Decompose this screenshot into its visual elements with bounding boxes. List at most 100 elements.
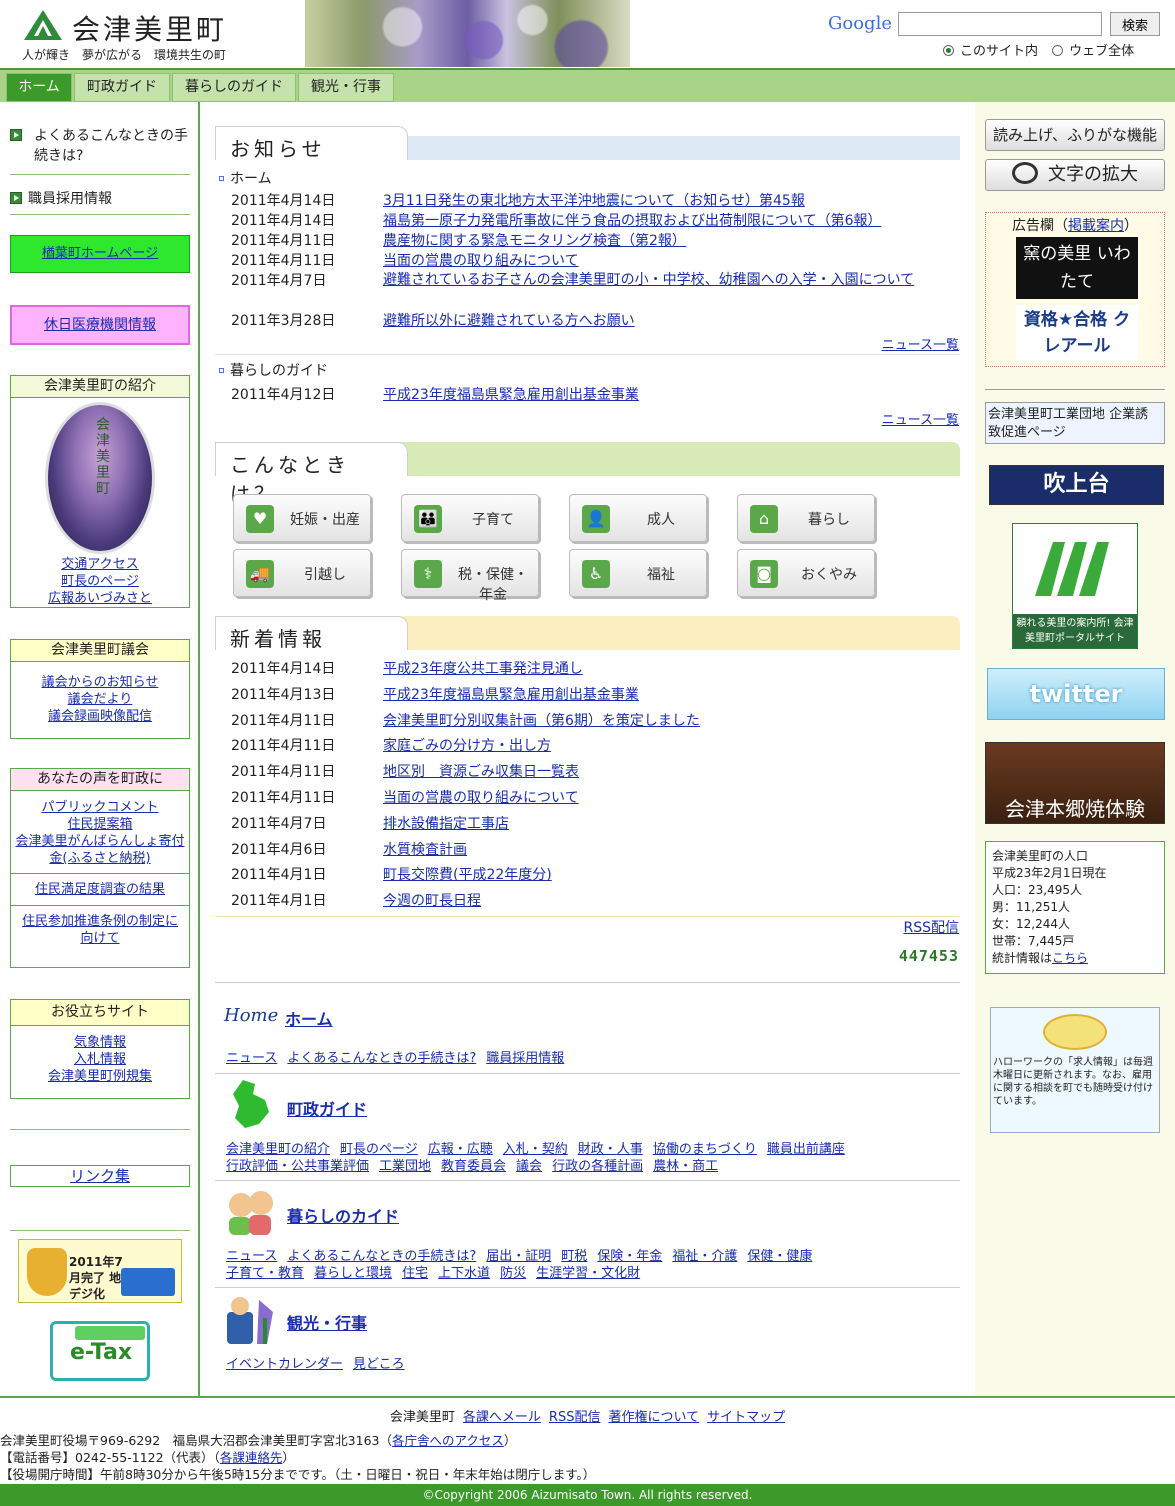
intro-link-koho[interactable]: 広報あいづみさと xyxy=(11,590,189,607)
guide-link[interactable]: 行政の各種計画 xyxy=(552,1159,643,1174)
intro-link-mayor[interactable]: 町長のページ xyxy=(11,573,189,590)
radio-web[interactable]: ウェブ全体 xyxy=(1052,40,1134,59)
konna-button[interactable]: 👪 子育て xyxy=(401,494,539,542)
text-zoom-button[interactable]: 文字の拡大 xyxy=(985,159,1165,191)
read-aloud-button[interactable]: 読み上げ、ふりがな機能 xyxy=(985,119,1165,151)
digital-tv-banner[interactable]: 2011年7月完了 地デジ化 xyxy=(18,1239,182,1303)
site-logo[interactable]: 会津美里町 人が輝き 夢が広がる 環境共生の町 xyxy=(22,6,282,66)
konna-button[interactable]: ◙ おくやみ xyxy=(737,549,875,597)
guide-link[interactable]: 教育委員会 xyxy=(441,1159,506,1174)
footer-link[interactable]: 各課へメール xyxy=(463,1410,541,1425)
tab-life-guide[interactable]: 暮らしのガイド xyxy=(172,73,296,102)
guide-link[interactable]: ニュース xyxy=(226,1051,277,1066)
ad-crear-banner[interactable]: 資格★合格 クレアール xyxy=(1016,305,1138,361)
guide-gov-title[interactable]: 町政ガイド xyxy=(287,1096,367,1120)
footer-link[interactable]: 著作権について xyxy=(608,1410,699,1425)
guide-link[interactable]: 生涯学習・文化財 xyxy=(536,1266,640,1281)
guide-home-title[interactable]: ホーム xyxy=(285,1006,333,1030)
new-info-link[interactable]: 水質検査計画 xyxy=(383,842,467,858)
access-link[interactable]: 各庁舎へのアクセス xyxy=(392,1433,504,1448)
footer-link[interactable]: サイトマップ xyxy=(707,1410,785,1425)
misatono-portal-banner[interactable]: 頼れる美里の案内所! 会津美里町ポータルサイト xyxy=(1012,523,1138,649)
council-link-video[interactable]: 議会録画映像配信 xyxy=(11,708,189,725)
useful-link-reiki[interactable]: 会津美里町例規集 xyxy=(11,1068,189,1085)
notice-link[interactable]: 避難所以外に避難されている方へお願い xyxy=(383,313,635,329)
fukiagedai-banner[interactable]: 吹上台 xyxy=(989,465,1164,505)
holiday-medical-banner[interactable]: 休日医療機関情報 xyxy=(10,305,190,345)
new-info-link[interactable]: 排水設備指定工事店 xyxy=(383,816,509,832)
guide-link[interactable]: よくあるこんなときの手続きは? xyxy=(287,1051,476,1066)
guide-link[interactable]: 住宅 xyxy=(402,1266,428,1281)
notice-life-link[interactable]: 平成23年度福島県緊急雇用創出基金事業 xyxy=(383,387,639,403)
konna-button[interactable]: ♥ 妊娠・出産 xyxy=(233,494,371,542)
intro-link-access[interactable]: 交通アクセス xyxy=(11,556,189,573)
tab-gov-guide[interactable]: 町政ガイド xyxy=(74,73,170,102)
hellowork-banner[interactable]: ハローワークの「求人情報」は毎週木曜日に更新されます。なお、雇用に関する相談を町… xyxy=(990,1007,1160,1133)
rss-link[interactable]: RSS配信 xyxy=(903,917,959,937)
new-info-link[interactable]: 会津美里町分別収集計画（第6期）を策定しました xyxy=(383,713,700,729)
council-link-dayori[interactable]: 議会だより xyxy=(11,691,189,708)
twitter-banner[interactable]: twitter xyxy=(987,668,1165,720)
guide-link[interactable]: 農林・商工 xyxy=(653,1159,718,1174)
hongo-pottery-banner[interactable]: 会津本郷焼体験 xyxy=(985,742,1165,824)
news-list-link-2[interactable]: ニュース一覧 xyxy=(882,409,959,428)
news-list-link-1[interactable]: ニュース一覧 xyxy=(882,334,959,353)
guide-link[interactable]: 子育て・教育 xyxy=(226,1266,304,1281)
guide-link[interactable]: 職員採用情報 xyxy=(486,1051,564,1066)
notice-link[interactable]: 農産物に関する緊急モニタリング検査（第2報） xyxy=(383,233,686,249)
new-info-link[interactable]: 地区別 資源ごみ収集日一覧表 xyxy=(383,764,579,780)
new-info-link[interactable]: 平成23年度福島県緊急雇用創出基金事業 xyxy=(383,687,639,703)
new-info-link[interactable]: 平成23年度公共工事発注見通し xyxy=(383,661,583,677)
voice-link-comment[interactable]: パブリックコメント xyxy=(15,799,185,816)
konna-button[interactable]: ♿ 福祉 xyxy=(569,549,707,597)
new-info-link[interactable]: 当面の営農の取り組みについて xyxy=(383,790,579,806)
new-info-link[interactable]: 今週の町長日程 xyxy=(383,893,481,909)
footer-link[interactable]: RSS配信 xyxy=(549,1410,601,1425)
guide-link[interactable]: 保健・健康 xyxy=(747,1249,812,1264)
guide-tour-title[interactable]: 観光・行事 xyxy=(287,1310,367,1334)
notice-link[interactable]: 福島第一原子力発電所事故に伴う食品の摂取および出荷制限について（第6報） xyxy=(383,213,882,229)
galaxy-emblem-image[interactable]: 会津美里町 xyxy=(45,402,155,554)
guide-link[interactable]: 福祉・介護 xyxy=(672,1249,737,1264)
recruit-link[interactable]: 職員採用情報 xyxy=(10,188,190,208)
notice-link[interactable]: 3月11日発生の東北地方太平洋沖地震について（お知らせ）第45報 xyxy=(383,193,805,209)
ad-iwatate-banner[interactable]: 窯の美里 いわたて xyxy=(1016,237,1138,299)
tab-tourism[interactable]: 観光・行事 xyxy=(298,73,394,102)
stat-link[interactable]: こちら xyxy=(1052,951,1088,965)
naraha-town-banner[interactable]: 楢葉町ホームページ xyxy=(10,235,190,273)
useful-link-bid[interactable]: 入札情報 xyxy=(11,1051,189,1068)
guide-link[interactable]: 見どころ xyxy=(353,1357,405,1372)
konna-button[interactable]: ⚕ 税・保健・年金 xyxy=(401,549,539,603)
guide-link[interactable]: 上下水道 xyxy=(438,1266,490,1281)
link-collection-box[interactable]: リンク集 xyxy=(10,1165,190,1187)
konna-button[interactable]: ⌂ 暮らし xyxy=(737,494,875,542)
voice-link-proposal[interactable]: 住民提案箱 xyxy=(15,816,185,833)
notice-link[interactable]: 当面の営農の取り組みについて xyxy=(383,253,579,269)
guide-link[interactable]: 暮らしと環境 xyxy=(314,1266,392,1281)
new-info-link[interactable]: 家庭ごみの分け方・出し方 xyxy=(383,738,551,754)
council-link-news[interactable]: 議会からのお知らせ xyxy=(11,674,189,691)
tab-home[interactable]: ホーム xyxy=(6,73,72,102)
guide-link[interactable]: 議会 xyxy=(516,1159,542,1174)
guide-link[interactable]: 工業団地 xyxy=(379,1159,431,1174)
useful-link-weather[interactable]: 気象情報 xyxy=(11,1034,189,1051)
guide-link[interactable]: 防災 xyxy=(500,1266,526,1281)
search-button[interactable]: 検索 xyxy=(1110,12,1160,36)
faq-link[interactable]: よくあるこんなときの手続きは? xyxy=(10,126,190,166)
guide-link[interactable]: イベントカレンダー xyxy=(226,1357,343,1372)
new-info-link[interactable]: 町長交際費(平成22年度分) xyxy=(383,867,552,883)
konna-button[interactable]: 👤 成人 xyxy=(569,494,707,542)
search-input[interactable] xyxy=(898,12,1102,36)
guide-life-title[interactable]: 暮らしのカイド xyxy=(287,1203,399,1227)
konna-button[interactable]: 🚚 引越し xyxy=(233,549,371,597)
voice-link-survey[interactable]: 住民満足度調査の結果 xyxy=(11,881,189,898)
voice-link-furusato[interactable]: 会津美里がんばらんしょ寄付金(ふるさと納税) xyxy=(15,833,185,867)
notice-link[interactable]: 避難されているお子さんの会津美里町の小・中学校、幼稚園への入学・入園について xyxy=(383,270,953,290)
etax-banner[interactable]: e-Tax xyxy=(50,1321,150,1381)
guide-link[interactable]: 職員出前講座 xyxy=(767,1142,845,1157)
ad-info-link[interactable]: 掲載案内 xyxy=(1068,218,1124,234)
contact-link[interactable]: 各課連絡先 xyxy=(220,1450,283,1465)
radio-site[interactable]: このサイト内 xyxy=(943,40,1038,59)
voice-link-ordinance[interactable]: 住民参加推進条例の制定に向けて xyxy=(21,913,179,947)
guide-link[interactable]: 行政評価・公共事業評価 xyxy=(226,1159,369,1174)
